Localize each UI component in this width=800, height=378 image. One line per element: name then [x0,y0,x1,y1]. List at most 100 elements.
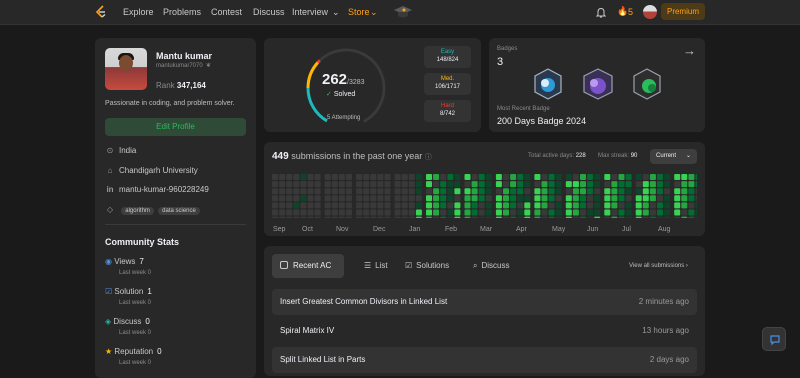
heatmap-cell[interactable] [657,209,663,216]
heatmap-cell[interactable] [611,216,618,218]
heatmap-cell[interactable] [572,202,579,209]
arrow-right-icon[interactable]: → [683,43,696,58]
heatmap-cell[interactable] [307,209,314,216]
heatmap-cell[interactable] [331,202,338,209]
heatmap-cell[interactable] [495,181,502,188]
heatmap-cell[interactable] [611,209,618,216]
linkedin-row[interactable]: in mantu-kumar-960228249 [105,185,208,194]
heatmap-cell[interactable] [534,216,541,218]
heatmap-cell[interactable] [565,216,572,218]
heatmap-cell[interactable] [331,195,338,202]
badge-200-days-icon[interactable] [583,68,613,100]
heatmap-cell[interactable] [363,209,370,216]
heatmap-cell[interactable] [471,202,478,209]
heatmap-cell[interactable] [688,202,695,209]
heatmap-cell[interactable] [401,174,408,180]
heatmap-cell[interactable] [548,209,555,216]
heatmap-cell[interactable] [331,188,338,195]
heatmap-cell[interactable] [524,209,531,216]
heatmap-cell[interactable] [447,188,454,195]
heatmap-cell[interactable] [642,202,649,209]
heatmap-cell[interactable] [346,202,352,209]
heatmap-cell[interactable] [642,174,649,180]
heatmap-cell[interactable] [447,209,454,216]
heatmap-cell[interactable] [401,216,408,218]
heatmap-cell[interactable] [618,195,625,202]
heatmap-cell[interactable] [674,195,681,202]
heatmap-cell[interactable] [642,181,649,188]
heatmap-cell[interactable] [594,209,601,216]
heatmap-cell[interactable] [495,188,502,195]
heatmap-cell[interactable] [635,188,642,195]
heatmap-cell[interactable] [587,209,594,216]
badge-dsa-icon[interactable] [534,68,562,100]
heatmap-cell[interactable] [426,181,432,188]
heatmap-cell[interactable] [471,188,478,195]
heatmap-cell[interactable] [272,216,278,218]
heatmap-cell[interactable] [517,188,524,195]
heatmap-cell[interactable] [541,209,548,216]
heatmap-cell[interactable] [611,202,618,209]
heatmap-cell[interactable] [565,209,572,216]
heatmap-cell[interactable] [485,216,492,218]
heatmap-cell[interactable] [649,216,656,218]
heatmap-cell[interactable] [307,216,314,218]
heatmap-cell[interactable] [642,195,649,202]
heatmap-cell[interactable] [300,174,307,180]
heatmap-cell[interactable] [324,188,331,195]
heatmap-cell[interactable] [408,216,415,218]
view-all-submissions-link[interactable]: View all submissions › [629,263,688,269]
heatmap-cell[interactable] [635,181,642,188]
heatmap-cell[interactable] [534,174,541,180]
heatmap-cell[interactable] [363,202,370,209]
heatmap-cell[interactable] [524,195,531,202]
heatmap-cell[interactable] [314,195,321,202]
heatmap-cell[interactable] [426,195,432,202]
heatmap-cell[interactable] [534,209,541,216]
heatmap-cell[interactable] [440,216,447,218]
heatmap-cell[interactable] [338,174,345,180]
heatmap-cell[interactable] [447,202,454,209]
heatmap-cell[interactable] [625,174,632,180]
heatmap-cell[interactable] [338,181,345,188]
heatmap-cell[interactable] [464,202,471,209]
heatmap-cell[interactable] [524,174,531,180]
heatmap-cell[interactable] [688,216,695,218]
heatmap-cell[interactable] [433,216,440,218]
nav-contest[interactable]: Contest [211,7,242,17]
heatmap-cell[interactable] [664,195,671,202]
heatmap-cell[interactable] [394,195,401,202]
heatmap-cell[interactable] [618,209,625,216]
heatmap-cell[interactable] [408,174,415,180]
heatmap-cell[interactable] [307,195,314,202]
heatmap-cell[interactable] [587,188,594,195]
heatmap-cell[interactable] [649,209,656,216]
heatmap-cell[interactable] [555,181,562,188]
heatmap-cell[interactable] [625,216,632,218]
nav-interview[interactable]: Interview [292,7,328,17]
heatmap-cell[interactable] [695,209,698,216]
heatmap-cell[interactable] [300,195,307,202]
heatmap-cell[interactable] [681,181,688,188]
heatmap-cell[interactable] [293,181,300,188]
heatmap-cell[interactable] [555,195,562,202]
heatmap-cell[interactable] [377,195,384,202]
heatmap-cell[interactable] [495,174,502,180]
heatmap-cell[interactable] [356,209,363,216]
graduation-cap-icon[interactable] [393,4,413,20]
heatmap-cell[interactable] [464,216,471,218]
heatmap-cell[interactable] [688,174,695,180]
heatmap-cell[interactable] [408,209,415,216]
tab-discuss[interactable]: ⌕ Discuss [465,254,518,278]
heatmap-cell[interactable] [338,216,345,218]
heatmap-cell[interactable] [307,202,314,209]
heatmap-cell[interactable] [524,216,531,218]
heatmap-cell[interactable] [548,181,555,188]
heatmap-cell[interactable] [587,181,594,188]
heatmap-cell[interactable] [293,174,300,180]
heatmap-cell[interactable] [356,188,363,195]
heatmap-cell[interactable] [384,188,391,195]
heatmap-cell[interactable] [674,174,681,180]
heatmap-cell[interactable] [377,209,384,216]
heatmap-cell[interactable] [688,181,695,188]
